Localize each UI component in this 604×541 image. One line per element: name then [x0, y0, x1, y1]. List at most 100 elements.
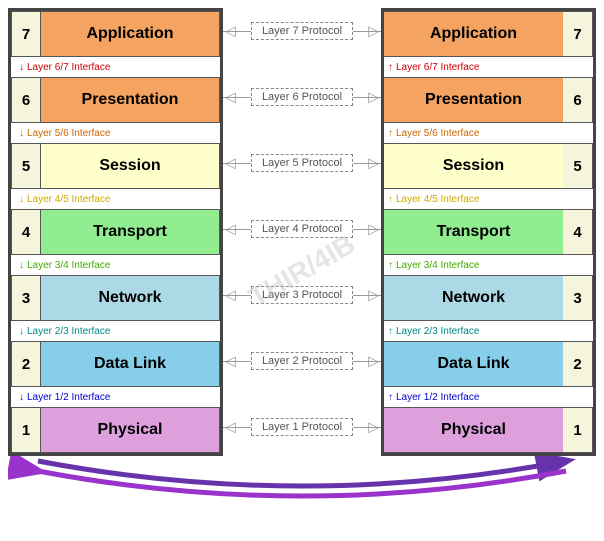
left-num-7: 7 — [11, 11, 41, 57]
proto-arrow-l-6: ◁ — [225, 89, 236, 106]
proto-box-7: Layer 7 Protocol — [251, 22, 353, 40]
left-layer-1: 1 Physical — [11, 407, 220, 453]
right-iface-45: ↑ Layer 4/5 Interface — [384, 189, 593, 209]
down-arrow-45: ↓ — [19, 194, 24, 205]
up-arrow-12: ↑ — [388, 392, 393, 403]
proto-box-5: Layer 5 Protocol — [251, 154, 353, 172]
left-layer-2: 2 Data Link — [11, 341, 220, 387]
left-name-7: Application — [41, 11, 220, 57]
down-arrow-12: ↓ — [19, 392, 24, 403]
right-iface-67-label: Layer 6/7 Interface — [396, 62, 479, 73]
left-iface-67: ↓ Layer 6/7 Interface — [11, 57, 220, 77]
bottom-arrows — [8, 456, 596, 508]
proto-box-6: Layer 6 Protocol — [251, 88, 353, 106]
proto-arrow-r-1: ▷ — [368, 419, 379, 436]
right-iface-12-label: Layer 1/2 Interface — [396, 392, 479, 403]
left-stack-border: 7 Application ↓ Layer 6/7 Interface 6 Pr… — [8, 8, 223, 456]
left-layer-3: 3 Network — [11, 275, 220, 321]
right-name-7: Application — [384, 11, 563, 57]
right-name-3: Network — [384, 275, 563, 321]
proto-2: ◁ ▷ Layer 2 Protocol — [223, 338, 381, 384]
proto-6: ◁ ▷ Layer 6 Protocol — [223, 74, 381, 120]
right-name-4: Transport — [384, 209, 563, 255]
left-iface-34-label: Layer 3/4 Interface — [27, 260, 110, 271]
up-arrow-45: ↑ — [388, 194, 393, 205]
right-iface-67: ↑ Layer 6/7 Interface — [384, 57, 593, 77]
left-iface-56-label: Layer 5/6 Interface — [27, 128, 110, 139]
down-arrow-56: ↓ — [19, 128, 24, 139]
proto-box-3: Layer 3 Protocol — [251, 286, 353, 304]
right-stack: Application 7 ↑ Layer 6/7 Interface Pres… — [381, 8, 596, 456]
left-name-3: Network — [41, 275, 220, 321]
proto-arrow-r-4: ▷ — [368, 221, 379, 238]
left-num-2: 2 — [11, 341, 41, 387]
up-arrow-56: ↑ — [388, 128, 393, 139]
left-iface-56: ↓ Layer 5/6 Interface — [11, 123, 220, 143]
right-iface-12: ↑ Layer 1/2 Interface — [384, 387, 593, 407]
proto-arrow-r-7: ▷ — [368, 23, 379, 40]
proto-arrow-l-4: ◁ — [225, 221, 236, 238]
right-name-6: Presentation — [384, 77, 563, 123]
proto-1: ◁ ▷ Layer 1 Protocol — [223, 404, 381, 450]
left-iface-23-label: Layer 2/3 Interface — [27, 326, 110, 337]
right-num-4: 4 — [563, 209, 593, 255]
left-layer-7: 7 Application — [11, 11, 220, 57]
down-arrow-34: ↓ — [19, 260, 24, 271]
right-layer-3: Network 3 — [384, 275, 593, 321]
left-iface-67-label: Layer 6/7 Interface — [27, 62, 110, 73]
proto-4: ◁ ▷ Layer 4 Protocol — [223, 206, 381, 252]
right-num-6: 6 — [563, 77, 593, 123]
right-name-5: Session — [384, 143, 563, 189]
right-name-1: Physical — [384, 407, 563, 453]
proto-box-4: Layer 4 Protocol — [251, 220, 353, 238]
proto-arrow-l-3: ◁ — [225, 287, 236, 304]
right-layer-5: Session 5 — [384, 143, 593, 189]
left-iface-34: ↓ Layer 3/4 Interface — [11, 255, 220, 275]
right-iface-34: ↑ Layer 3/4 Interface — [384, 255, 593, 275]
main-container: 7 Application ↓ Layer 6/7 Interface 6 Pr… — [0, 0, 604, 541]
left-stack: 7 Application ↓ Layer 6/7 Interface 6 Pr… — [8, 8, 223, 456]
left-name-4: Transport — [41, 209, 220, 255]
left-name-1: Physical — [41, 407, 220, 453]
proto-arrow-r-3: ▷ — [368, 287, 379, 304]
right-layer-6: Presentation 6 — [384, 77, 593, 123]
right-num-1: 1 — [563, 407, 593, 453]
up-arrow-23: ↑ — [388, 326, 393, 337]
left-iface-45: ↓ Layer 4/5 Interface — [11, 189, 220, 209]
right-iface-23-label: Layer 2/3 Interface — [396, 326, 479, 337]
left-num-1: 1 — [11, 407, 41, 453]
left-layer-4: 4 Transport — [11, 209, 220, 255]
proto-arrow-l-1: ◁ — [225, 419, 236, 436]
proto-arrow-r-6: ▷ — [368, 89, 379, 106]
up-arrow-34: ↑ — [388, 260, 393, 271]
right-num-5: 5 — [563, 143, 593, 189]
left-layer-6: 6 Presentation — [11, 77, 220, 123]
left-iface-12-label: Layer 1/2 Interface — [27, 392, 110, 403]
proto-arrow-r-5: ▷ — [368, 155, 379, 172]
right-name-2: Data Link — [384, 341, 563, 387]
left-num-4: 4 — [11, 209, 41, 255]
right-layer-2: Data Link 2 — [384, 341, 593, 387]
proto-arrow-l-2: ◁ — [225, 353, 236, 370]
right-layer-4: Transport 4 — [384, 209, 593, 255]
left-num-6: 6 — [11, 77, 41, 123]
left-name-2: Data Link — [41, 341, 220, 387]
proto-5: ◁ ▷ Layer 5 Protocol — [223, 140, 381, 186]
right-num-7: 7 — [563, 11, 593, 57]
left-name-6: Presentation — [41, 77, 220, 123]
down-arrow-67: ↓ — [19, 62, 24, 73]
osi-diagram: 7 Application ↓ Layer 6/7 Interface 6 Pr… — [8, 8, 596, 456]
up-arrow-67: ↑ — [388, 62, 393, 73]
right-layer-7: Application 7 — [384, 11, 593, 57]
right-layer-1: Physical 1 — [384, 407, 593, 453]
left-iface-45-label: Layer 4/5 Interface — [27, 194, 110, 205]
right-iface-56: ↑ Layer 5/6 Interface — [384, 123, 593, 143]
proto-box-1: Layer 1 Protocol — [251, 418, 353, 436]
right-iface-23: ↑ Layer 2/3 Interface — [384, 321, 593, 341]
right-num-3: 3 — [563, 275, 593, 321]
proto-arrow-l-7: ◁ — [225, 23, 236, 40]
down-arrow-23: ↓ — [19, 326, 24, 337]
proto-arrow-r-2: ▷ — [368, 353, 379, 370]
proto-box-2: Layer 2 Protocol — [251, 352, 353, 370]
left-num-3: 3 — [11, 275, 41, 321]
